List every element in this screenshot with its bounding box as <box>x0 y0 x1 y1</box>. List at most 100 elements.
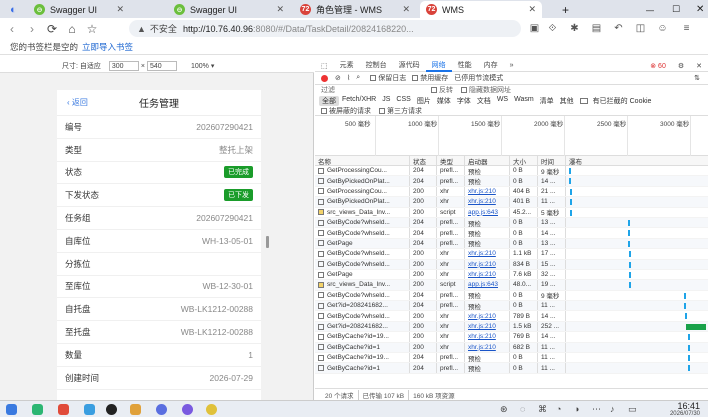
table-cell[interactable]: 预检 <box>465 363 510 373</box>
table-row[interactable]: src_views_Data_Inv... 200 script app.js:643… <box>315 280 708 291</box>
filter-input[interactable]: 过滤 <box>321 85 431 95</box>
tab-swagger-2[interactable]: ⊖ Swagger UI ✕ <box>168 1 290 18</box>
table-cell[interactable]: xhr.js:210 <box>465 332 510 342</box>
type-filter-button[interactable]: 文档 <box>474 96 494 106</box>
close-tab-icon[interactable]: ✕ <box>112 4 124 15</box>
type-filter-button[interactable]: 媒体 <box>434 96 454 106</box>
tray-icon-1[interactable]: ⊛ <box>500 404 508 415</box>
devtools-tab[interactable]: 控制台 <box>360 60 393 72</box>
type-filter-button[interactable]: 全部 <box>319 95 339 106</box>
disable-cache-checkbox[interactable]: 禁用缓存 <box>412 73 448 83</box>
volume-icon[interactable]: ♪ <box>610 404 615 414</box>
battery-icon[interactable]: ▭ <box>628 404 637 415</box>
table-cell[interactable]: 预检 <box>465 166 510 176</box>
table-cell[interactable]: app.js:643 <box>465 207 510 217</box>
device-width-input[interactable]: 300 <box>108 61 139 71</box>
table-cell[interactable]: app.js:643 <box>465 280 510 290</box>
type-filter-button[interactable]: 清单 <box>537 96 557 106</box>
error-count-badge[interactable]: ⊗ 60 <box>644 62 672 70</box>
history-icon[interactable]: ↶ <box>612 22 625 35</box>
column-header[interactable]: 状态 <box>410 156 437 165</box>
devtools-tab[interactable]: 网络 <box>425 60 452 72</box>
url-field[interactable]: ▲ 不安全 http://10.76.40.96 :8080/#/Data/Ta… <box>129 20 521 37</box>
reload-icon[interactable]: ⟳ <box>44 21 60 37</box>
column-header[interactable]: 瀑布 <box>566 156 708 166</box>
network-icon[interactable]: ⋯ <box>592 404 601 415</box>
sidebar-icon[interactable]: ▤ <box>590 22 603 35</box>
table-cell[interactable]: xhr.js:210 <box>465 321 510 332</box>
table-cell[interactable]: 预检 <box>465 228 510 238</box>
table-cell[interactable]: xhr.js:210 <box>465 186 510 197</box>
type-filter-button[interactable]: 字体 <box>454 96 474 106</box>
preserve-log-checkbox[interactable]: 保留日志 <box>370 73 406 83</box>
browser-menu-icon[interactable]: ◐ <box>4 1 24 18</box>
app-icon-1[interactable] <box>32 404 43 415</box>
table-row[interactable]: GetByCode?whseld... 200 xhr xhr.js:210 1.1 k… <box>315 249 708 260</box>
table-cell[interactable]: 预检 <box>465 290 510 301</box>
column-header[interactable]: 大小 <box>510 156 538 165</box>
close-window-button[interactable]: ✕ <box>690 1 704 18</box>
type-filter-button[interactable]: 图片 <box>414 96 434 106</box>
close-tab-icon[interactable]: ✕ <box>272 4 284 15</box>
column-header[interactable]: 类型 <box>437 156 465 165</box>
devtools-inspect-icon[interactable]: ⬚ <box>315 62 334 70</box>
tray-icon-5[interactable]: ◑ <box>574 404 579 414</box>
tab-role-management[interactable]: 72 角色管理 - WMS ✕ <box>294 1 416 18</box>
table-row[interactable]: GetByPickedOnPlat... 204 prefl... 预检 0 B 14 .… <box>315 176 708 187</box>
system-clock[interactable]: 16:41 2026/07/30 <box>670 402 700 418</box>
table-cell[interactable]: xhr.js:210 <box>465 342 510 353</box>
minimize-button[interactable]: — <box>640 1 654 18</box>
table-row[interactable]: GetByCache?id=1 200 xhr xhr.js:210 682 B 11 .… <box>315 342 708 354</box>
table-cell[interactable]: xhr.js:210 <box>465 311 510 321</box>
menu-icon[interactable]: ≡ <box>680 22 693 35</box>
close-tab-icon[interactable]: ✕ <box>524 4 536 15</box>
table-cell[interactable]: 预检 <box>465 176 510 186</box>
invert-checkbox[interactable]: 反转 <box>431 85 453 95</box>
tray-icon-3[interactable]: ⌘ <box>538 404 547 415</box>
home-icon[interactable]: ⌂ <box>64 21 80 37</box>
column-header[interactable]: 时间 <box>538 156 566 165</box>
app-icon-7[interactable] <box>182 404 193 415</box>
blocked-requests-checkbox[interactable]: 被屏蔽的请求 <box>321 106 371 116</box>
type-filter-button[interactable]: 其他 <box>557 96 577 106</box>
devtools-tab[interactable]: 源代码 <box>393 60 426 72</box>
table-row[interactable]: GetByCode?whseld... 204 prefl... 预检 0 B 14 ..… <box>315 228 708 239</box>
devtools-tab[interactable]: 元素 <box>334 60 360 72</box>
device-size-select[interactable]: 尺寸: 自适应 <box>62 61 101 71</box>
table-row[interactable]: GetPage 200 xhr xhr.js:210 7.6 kB 32 ... <box>315 269 708 281</box>
table-cell[interactable]: 预检 <box>465 301 510 311</box>
type-filter-button[interactable]: Fetch/XHR <box>339 96 379 106</box>
star-icon[interactable]: ☆ <box>84 21 100 37</box>
table-row[interactable]: GetProcessingCou... 200 xhr xhr.js:210 404 B… <box>315 186 708 198</box>
filter-icon[interactable]: ⌇ <box>347 74 350 82</box>
column-header[interactable]: 名称 <box>315 156 410 165</box>
devtools-tab[interactable]: 内存 <box>478 60 504 72</box>
app-icon-6[interactable] <box>156 404 167 415</box>
table-row[interactable]: GetByCache?id=1 204 prefl... 预检 0 B 11 ... <box>315 363 708 374</box>
type-filter-button[interactable]: JS <box>379 96 393 106</box>
puzzle-icon[interactable]: ✱ <box>568 22 581 35</box>
table-row[interactable]: src_views_Data_Inv... 200 script app.js:643… <box>315 207 708 218</box>
gear-icon[interactable]: ⚙ <box>672 62 690 70</box>
type-filter-button[interactable]: WS <box>494 96 511 106</box>
table-cell[interactable]: xhr.js:210 <box>465 249 510 259</box>
import-export-icon[interactable]: ⇅ <box>694 74 700 82</box>
record-icon[interactable] <box>321 74 328 82</box>
table-cell[interactable]: xhr.js:210 <box>465 269 510 280</box>
table-cell[interactable]: xhr.js:210 <box>465 197 510 207</box>
table-row[interactable]: GetByPickedOnPlat... 200 xhr xhr.js:210 401 … <box>315 197 708 208</box>
table-row[interactable]: GetByCode?whseld... 204 prefl... 预检 0 B 13 ..… <box>315 217 708 229</box>
tray-icon-2[interactable]: ◌ <box>520 404 525 414</box>
close-icon[interactable]: ✕ <box>690 62 708 70</box>
column-header[interactable]: 启动器 <box>465 156 510 165</box>
browser-taskbar-icon[interactable] <box>206 404 217 415</box>
table-row[interactable]: GetProcessingCou... 204 prefl... 预检 0 B 9 毫秒 <box>315 166 708 177</box>
device-height-input[interactable]: 540 <box>146 61 177 71</box>
type-filter-button[interactable]: CSS <box>393 96 413 106</box>
table-row[interactable]: GetByCache?id=19... 204 prefl... 预检 0 B 11 ..… <box>315 353 708 364</box>
table-row[interactable]: Get?id=208241682... 200 xhr xhr.js:210 1.5 k… <box>315 321 708 333</box>
forward-icon[interactable]: › <box>24 21 40 37</box>
app-icon-5[interactable] <box>130 404 141 415</box>
app-icon-2[interactable] <box>58 404 69 415</box>
share-icon[interactable]: ⟐ <box>546 22 559 35</box>
